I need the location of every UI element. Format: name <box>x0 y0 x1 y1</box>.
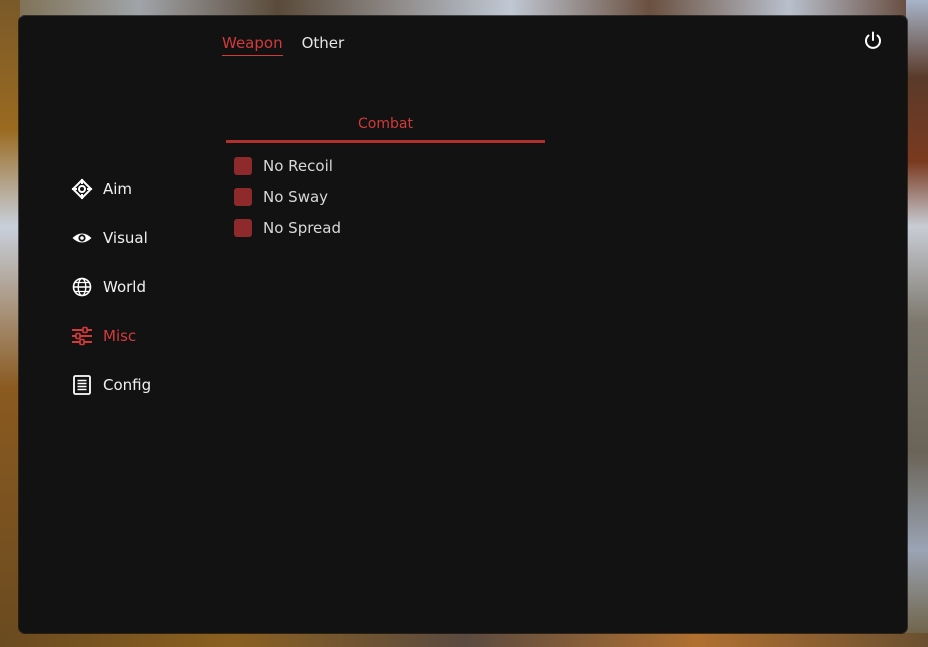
sliders-icon <box>71 325 93 347</box>
sidebar-item-world[interactable]: World <box>71 274 211 300</box>
eye-icon <box>71 227 93 249</box>
sidebar-item-config[interactable]: Config <box>71 372 211 398</box>
option-label: No Sway <box>263 188 329 206</box>
top-tabs: Weapon Other <box>222 34 344 56</box>
no-sway-checkbox[interactable] <box>234 188 252 206</box>
sidebar-item-label: World <box>103 278 146 296</box>
background-top <box>0 0 928 16</box>
power-button[interactable] <box>862 30 884 52</box>
option-no-recoil[interactable]: No Recoil <box>234 155 545 177</box>
power-icon <box>865 31 881 49</box>
no-recoil-checkbox[interactable] <box>234 157 252 175</box>
tab-weapon[interactable]: Weapon <box>222 34 283 56</box>
sidebar: Aim Visual World Misc Config <box>71 176 211 421</box>
sidebar-item-label: Aim <box>103 180 133 198</box>
sidebar-item-label: Misc <box>103 327 137 345</box>
sidebar-item-label: Config <box>103 376 152 394</box>
menu-window: Weapon Other Aim Visual World Misc Confi… <box>19 16 907 633</box>
sidebar-item-label: Visual <box>103 229 148 247</box>
option-no-sway[interactable]: No Sway <box>234 186 545 208</box>
option-label: No Recoil <box>263 157 333 175</box>
tab-other[interactable]: Other <box>302 34 345 56</box>
globe-icon <box>71 276 93 298</box>
options-list: No Recoil No Sway No Spread <box>226 155 545 239</box>
background-right <box>906 0 928 647</box>
sidebar-item-misc[interactable]: Misc <box>71 323 211 349</box>
background-left <box>0 0 20 647</box>
background-bottom <box>0 633 928 647</box>
sidebar-item-aim[interactable]: Aim <box>71 176 211 202</box>
no-spread-checkbox[interactable] <box>234 219 252 237</box>
sidebar-item-visual[interactable]: Visual <box>71 225 211 251</box>
option-label: No Spread <box>263 219 341 237</box>
section-title: Combat <box>226 116 545 143</box>
document-icon <box>71 374 93 396</box>
combat-section: Combat No Recoil No Sway No Spread <box>226 116 545 248</box>
crosshair-icon <box>71 178 93 200</box>
option-no-spread[interactable]: No Spread <box>234 217 545 239</box>
